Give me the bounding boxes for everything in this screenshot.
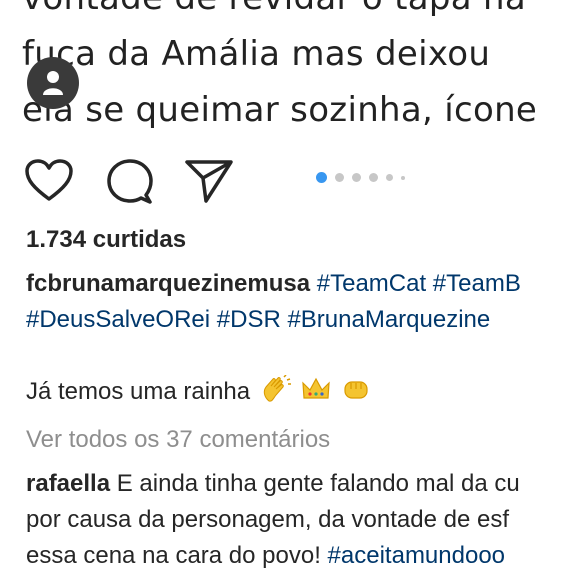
caption-username[interactable]: fcbrunamarquezinemusa bbox=[26, 270, 310, 297]
clapping-hands-icon bbox=[261, 374, 291, 410]
media-text-line-1: vontade de revidar o tapa na bbox=[22, 0, 526, 18]
media-text-line-2: fuça da Amália mas deixou bbox=[22, 34, 491, 74]
tagged-user-icon[interactable] bbox=[27, 57, 79, 109]
comment-icon[interactable] bbox=[106, 158, 154, 209]
carousel-dot bbox=[369, 173, 378, 182]
comment-text: Já temos uma rainha bbox=[26, 377, 251, 405]
comment-hashtag[interactable]: #aceitamundooo bbox=[328, 542, 505, 569]
caption-hashtags-line-2[interactable]: #DeusSalveORei #DSR #BrunaMarquezine bbox=[26, 306, 490, 333]
fist-icon bbox=[342, 376, 370, 409]
view-all-comments-link[interactable]: Ver todos os 37 comentários bbox=[26, 426, 330, 454]
send-icon[interactable] bbox=[184, 158, 234, 209]
carousel-dot-active bbox=[316, 172, 327, 183]
heart-icon[interactable] bbox=[24, 158, 74, 207]
carousel-dot bbox=[335, 173, 344, 182]
crown-icon bbox=[301, 376, 331, 409]
post-caption: fcbrunamarquezinemusa #TeamCat #TeamB #D… bbox=[26, 266, 580, 338]
comment-text-line-1: E ainda tinha gente falando mal da cu bbox=[116, 470, 520, 497]
comment-preview: Já temos uma rainha bbox=[26, 374, 370, 410]
carousel-dot bbox=[352, 173, 361, 182]
media-text-line-3: ela se queimar sozinha, ícone bbox=[22, 90, 538, 130]
comment-username[interactable]: rafaella bbox=[26, 470, 110, 497]
comment-item: rafaella E ainda tinha gente falando mal… bbox=[26, 466, 580, 574]
comment-text-line-2: por causa da personagem, da vontade de e… bbox=[26, 506, 509, 533]
post-media: vontade de revidar o tapa na fuça da Amá… bbox=[0, 0, 580, 140]
comment-text-line-3: essa cena na cara do povo! bbox=[26, 542, 321, 569]
likes-count[interactable]: 1.734 curtidas bbox=[26, 226, 186, 254]
caption-hashtags-line-1[interactable]: #TeamCat #TeamB bbox=[317, 270, 521, 297]
carousel-dot bbox=[386, 174, 393, 181]
carousel-indicator bbox=[316, 172, 413, 183]
carousel-dot bbox=[401, 175, 405, 180]
